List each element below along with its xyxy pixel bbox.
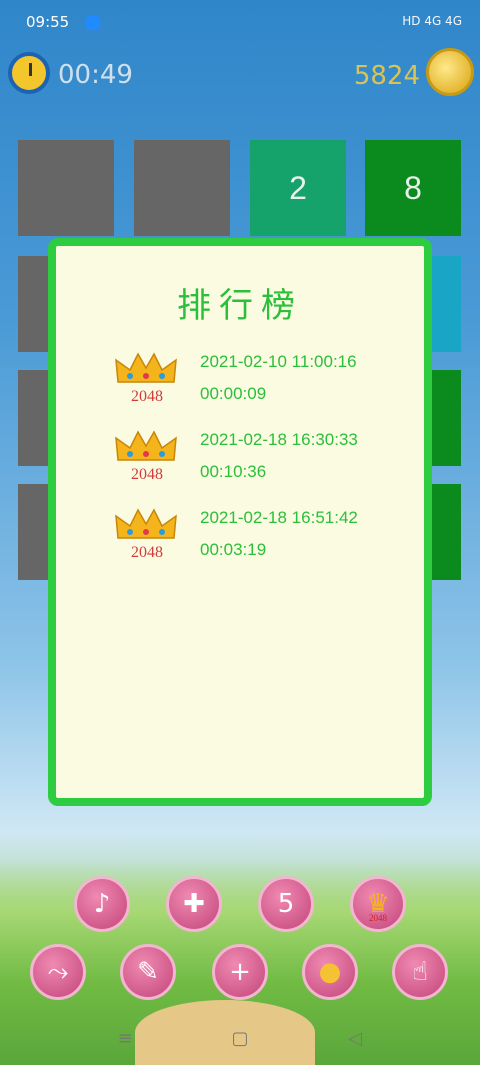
notification-icon — [86, 16, 100, 30]
grid-tile — [18, 140, 114, 236]
crown-icon — [115, 430, 177, 461]
notes-button[interactable]: ✎ — [120, 944, 176, 1000]
status-time: 09:55 — [26, 13, 70, 31]
undo-count: 5 — [277, 889, 295, 919]
record-label: 2048 — [131, 544, 163, 561]
leaderboard-dialog: 排行榜 2048 2021-02-10 11:00:16 00:00:09 20… — [48, 238, 432, 806]
game-timer: 00:49 — [58, 60, 133, 90]
leaderboard-record: 2048 2021-02-18 16:51:42 00:03:19 — [114, 508, 414, 578]
alarm-clock-icon — [8, 52, 50, 94]
grid-tile — [134, 140, 230, 236]
crown-icon — [115, 352, 177, 383]
gamepad-button[interactable]: ✚ — [166, 876, 222, 932]
top-bar: 00:49 5824 — [0, 44, 480, 104]
grid-tile: 2 — [250, 140, 346, 236]
record-duration: 00:10:36 — [200, 462, 267, 481]
back-nav-icon[interactable]: ◁ — [340, 1027, 370, 1051]
music-note-icon: ♪ — [93, 889, 111, 919]
thumbs-up-icon: ☝ — [412, 957, 428, 987]
share-button[interactable]: ⤳ — [30, 944, 86, 1000]
signal-icons: HD 4G 4G — [402, 14, 462, 28]
plus-icon: + — [229, 957, 251, 987]
leaderboard-record: 2048 2021-02-18 16:30:33 00:10:36 — [114, 430, 414, 500]
coin-stack-icon: ● — [318, 957, 342, 987]
undo-button[interactable]: 5 — [258, 876, 314, 932]
record-date: 2021-02-10 11:00:16 — [200, 352, 357, 371]
menu-nav-icon[interactable]: ≡ — [110, 1027, 140, 1051]
notepad-icon: ✎ — [137, 957, 159, 987]
system-nav-bar: ≡ ▢ ◁ — [0, 1015, 480, 1065]
coins-button[interactable]: ● — [302, 944, 358, 1000]
record-duration: 00:00:09 — [200, 384, 267, 403]
record-date: 2021-02-18 16:30:33 — [200, 430, 358, 449]
score-value: 5824 — [353, 61, 420, 91]
coin-icon[interactable] — [426, 48, 474, 96]
leaderboard-button-label: 2048 — [369, 913, 387, 923]
leaderboard-button[interactable]: ♛ 2048 — [350, 876, 406, 932]
leaderboard-record: 2048 2021-02-10 11:00:16 00:00:09 — [114, 352, 414, 422]
record-duration: 00:03:19 — [200, 540, 267, 559]
share-icon: ⤳ — [47, 956, 69, 987]
status-bar: 09:55 HD 4G 4G — [0, 0, 480, 44]
leaderboard-title: 排行榜 — [177, 286, 303, 326]
record-date: 2021-02-18 16:51:42 — [200, 508, 358, 527]
record-label: 2048 — [131, 388, 163, 405]
like-button[interactable]: ☝ — [392, 944, 448, 1000]
grid-tile: 8 — [365, 140, 461, 236]
home-nav-icon[interactable]: ▢ — [225, 1027, 255, 1051]
music-button[interactable]: ♪ — [74, 876, 130, 932]
record-label: 2048 — [131, 466, 163, 483]
gamepad-icon: ✚ — [183, 889, 205, 919]
crown-icon — [115, 508, 177, 539]
add-button[interactable]: + — [212, 944, 268, 1000]
